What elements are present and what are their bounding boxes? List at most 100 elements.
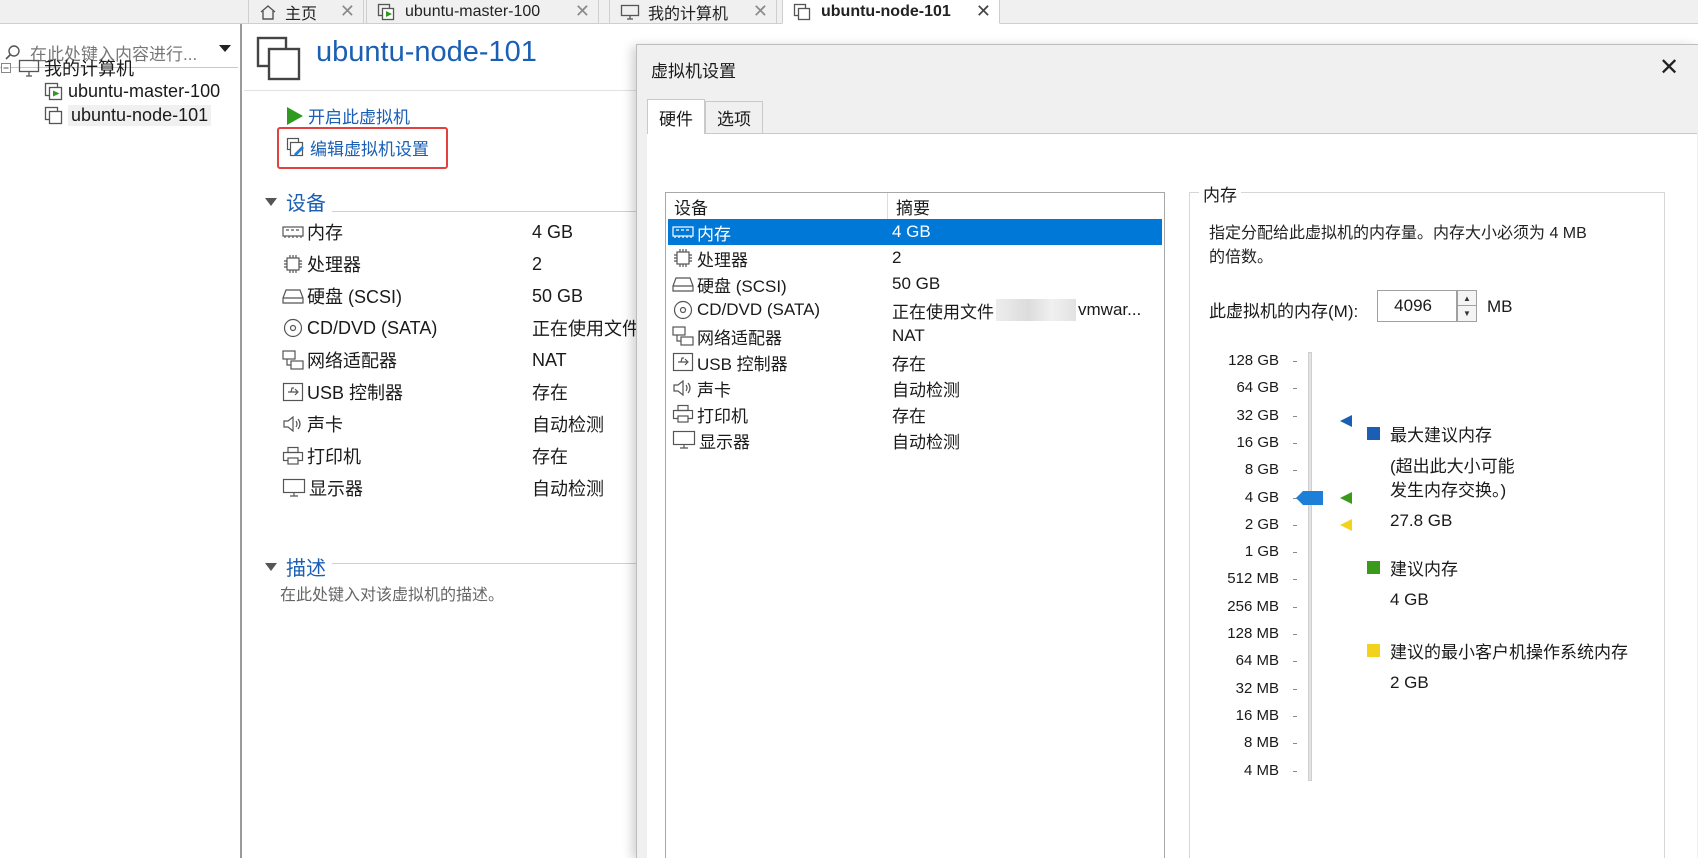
device-row-printer[interactable]: 打印机 存在 xyxy=(282,440,640,472)
scale-tick-mark xyxy=(1293,688,1297,690)
device-name: CD/DVD (SATA) xyxy=(697,300,821,319)
tab-hardware[interactable]: 硬件 xyxy=(647,99,705,134)
legend-value: 4 GB xyxy=(1390,590,1429,609)
section-title: 描述 xyxy=(286,558,326,580)
scale-tick-mark xyxy=(1293,715,1297,717)
device-name: 显示器 xyxy=(699,432,750,452)
printer-icon xyxy=(282,446,304,466)
home-icon xyxy=(259,4,277,20)
close-icon[interactable]: ✕ xyxy=(575,1,590,22)
memory-description: 指定分配给此虚拟机的内存量。内存大小必须为 4 MB 的倍数。 xyxy=(1209,222,1587,270)
device-value: 2 xyxy=(532,253,543,274)
scale-tick-label: 128 GB xyxy=(1228,352,1279,369)
device-row-network[interactable]: 网络适配器 NAT xyxy=(282,344,640,376)
tab-options[interactable]: 选项 xyxy=(705,101,763,133)
device-value: 自动检测 xyxy=(532,479,604,499)
cpu-icon xyxy=(282,254,304,274)
close-icon[interactable]: ✕ xyxy=(340,1,355,22)
tab-ubuntu-master[interactable]: ubuntu-master-100 ✕ xyxy=(366,0,599,24)
legend-title: 建议的最小客户机操作系统内存 xyxy=(1390,643,1628,662)
description-section-header[interactable]: 描述 xyxy=(264,552,326,581)
spin-down-icon[interactable]: ▼ xyxy=(1458,306,1476,321)
device-summary: 自动检测 xyxy=(892,432,960,452)
collapse-arrow-icon xyxy=(264,562,278,572)
device-row-sound[interactable]: 声卡 自动检测 xyxy=(668,375,1162,401)
legend-swatch-rec xyxy=(1367,561,1380,574)
device-row-memory[interactable]: 内存 4 GB xyxy=(282,216,640,248)
device-row-sound[interactable]: 声卡 自动检测 xyxy=(282,408,640,440)
device-summary: 2 xyxy=(892,248,902,267)
scale-tick-mark xyxy=(1293,552,1297,554)
device-name: 网络适配器 xyxy=(697,328,782,348)
device-row-usb[interactable]: USB 控制器 存在 xyxy=(668,349,1162,375)
device-list[interactable]: 设备 摘要 内存 4 GB 处理器 2 硬盘 (SCSI) 50 GB CD/D… xyxy=(665,192,1165,858)
hardware-panel: 设备 摘要 内存 4 GB 处理器 2 硬盘 (SCSI) 50 GB CD/D… xyxy=(647,133,1697,858)
column-header-summary[interactable]: 摘要 xyxy=(888,193,1164,219)
power-on-button[interactable]: 开启此虚拟机 xyxy=(286,103,410,128)
memory-spinner[interactable]: ▲ ▼ xyxy=(1457,290,1477,322)
close-icon[interactable]: ✕ xyxy=(1659,53,1679,82)
device-name: 打印机 xyxy=(307,447,361,467)
spin-up-icon[interactable]: ▲ xyxy=(1458,291,1476,306)
device-row-cpu[interactable]: 处理器 2 xyxy=(282,248,640,280)
device-row-cpu[interactable]: 处理器 2 xyxy=(668,245,1162,271)
vm-icon xyxy=(44,106,64,126)
close-icon[interactable]: ✕ xyxy=(753,1,768,22)
divider xyxy=(332,563,638,564)
devices-section-header[interactable]: 设备 xyxy=(264,187,326,216)
vm-title: ubuntu-node-101 xyxy=(316,36,537,68)
speaker-icon xyxy=(672,378,694,398)
description-input[interactable]: 在此处键入对该虚拟机的描述。 xyxy=(280,581,504,605)
min-guest-marker xyxy=(1340,518,1352,531)
scale-tick-mark xyxy=(1293,470,1297,472)
device-row-network[interactable]: 网络适配器 NAT xyxy=(668,323,1162,349)
device-summary: 存在 xyxy=(892,354,926,374)
legend-swatch-min xyxy=(1367,644,1380,657)
tab-label: ubuntu-master-100 xyxy=(405,2,541,20)
edit-settings-button[interactable]: 编辑虚拟机设置 xyxy=(286,135,429,160)
tree-root-my-computer[interactable]: 我的计算机 xyxy=(0,55,134,80)
device-row-memory[interactable]: 内存 4 GB xyxy=(668,219,1162,245)
device-row-display[interactable]: 显示器 自动检测 xyxy=(282,472,640,504)
memory-scale: 128 GB 64 GB 32 GB 16 GB 8 GB 4 GB 2 GB 1 GB 512… xyxy=(1207,347,1367,807)
legend-min-guest: 建议的最小客户机操作系统内存 2 GB xyxy=(1367,638,1628,693)
device-name: USB 控制器 xyxy=(697,354,788,374)
tree-item-ubuntu-master[interactable]: ubuntu-master-100 xyxy=(44,79,238,104)
close-icon[interactable]: ✕ xyxy=(976,1,991,22)
scale-tick-label: 4 GB xyxy=(1244,488,1279,506)
scale-tick-mark xyxy=(1293,606,1297,608)
network-icon xyxy=(672,326,694,346)
device-name: 内存 xyxy=(697,224,731,244)
collapse-icon[interactable] xyxy=(0,62,12,74)
scale-tick-mark xyxy=(1293,579,1297,581)
slider-track[interactable] xyxy=(1308,352,1312,781)
legend-swatch-max xyxy=(1367,427,1380,440)
display-icon xyxy=(282,478,306,498)
device-value: 存在 xyxy=(532,447,568,467)
device-name: 网络适配器 xyxy=(307,351,397,371)
legend-note: 发生内存交换。) xyxy=(1390,481,1507,500)
device-row-disk[interactable]: 硬盘 (SCSI) 50 GB xyxy=(668,271,1162,297)
dropdown-arrow-icon[interactable] xyxy=(218,44,232,54)
tab-label: ubuntu-node-101 xyxy=(821,2,951,20)
scale-tick-mark xyxy=(1293,770,1297,772)
device-row-cd[interactable]: CD/DVD (SATA) 正在使用文件 vmwar... xyxy=(668,297,1162,323)
scale-tick-mark xyxy=(1293,415,1297,417)
slider-thumb[interactable] xyxy=(1296,490,1324,506)
column-header-device[interactable]: 设备 xyxy=(666,193,888,219)
device-row-usb[interactable]: USB 控制器 存在 xyxy=(282,376,640,408)
device-row-disk[interactable]: 硬盘 (SCSI) 50 GB xyxy=(282,280,640,312)
device-row-printer[interactable]: 打印机 存在 xyxy=(668,401,1162,427)
tree-item-ubuntu-node[interactable]: ubuntu-node-101 xyxy=(44,103,238,128)
device-row-cd[interactable]: CD/DVD (SATA) 正在使用文件 xyxy=(282,312,640,344)
memory-input[interactable]: 4096 xyxy=(1377,290,1457,322)
tab-ubuntu-node[interactable]: ubuntu-node-101 ✕ xyxy=(782,0,1000,24)
tab-my-computer[interactable]: 我的计算机 ✕ xyxy=(609,0,777,24)
device-name: 硬盘 (SCSI) xyxy=(307,287,403,307)
memory-icon xyxy=(672,224,694,240)
device-list: 内存 4 GB 处理器 2 硬盘 (SCSI) 50 GB CD/DVD (SA… xyxy=(282,216,640,504)
tab-label: 我的计算机 xyxy=(648,5,729,23)
tab-home[interactable]: 主页 ✕ xyxy=(248,0,364,24)
device-row-display[interactable]: 显示器 自动检测 xyxy=(668,427,1162,453)
device-summary: 存在 xyxy=(892,406,926,426)
